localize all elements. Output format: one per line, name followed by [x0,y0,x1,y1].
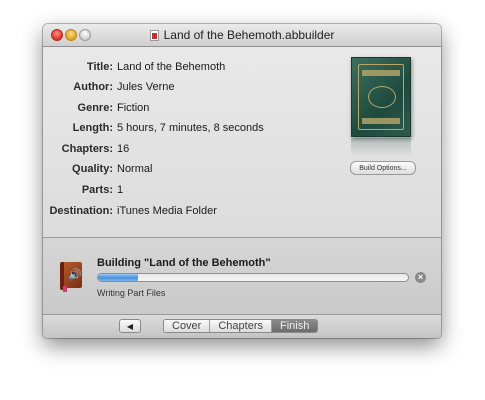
build-progress-panel: 🔊 Building "Land of the Behemoth" × Writ… [43,238,441,315]
progress-bar-fill [98,274,139,281]
info-row-parts: Parts: 1 [43,182,123,198]
window-title: Land of the Behemoth.abbuilder [163,28,335,42]
info-row-title: Title: Land of the Behemoth [43,59,225,75]
title-label: Title: [86,61,113,73]
quality-value: Normal [117,163,153,175]
author-label: Author: [73,81,113,93]
parts-value: 1 [117,184,124,196]
parts-label: Parts: [81,184,113,196]
title-value: Land of the Behemoth [117,61,226,73]
info-row-author: Author: Jules Verne [43,79,174,95]
cover-reflection [351,138,411,156]
bottom-toolbar: ◀ Cover Chapters Finish [43,315,441,338]
chapters-value: 16 [117,143,130,155]
book-info-panel: Title: Land of the Behemoth Author: Jule… [43,47,441,238]
destination-value: iTunes Media Folder [117,205,217,217]
quality-label: Quality: [72,163,113,175]
length-label: Length: [72,122,113,134]
back-button[interactable]: ◀ [119,319,141,333]
builder-window: Land of the Behemoth.abbuilder Title: La… [43,24,441,338]
tab-finish[interactable]: Finish [271,320,318,332]
tab-chapters[interactable]: Chapters [210,320,272,332]
progress-bar [97,273,409,282]
build-title: Building "Land of the Behemoth" [97,257,271,269]
build-status: Writing Part Files [97,288,166,298]
title-bar: Land of the Behemoth.abbuilder [43,24,441,47]
author-value: Jules Verne [117,81,175,93]
destination-label: Destination: [49,205,113,217]
info-row-destination: Destination: iTunes Media Folder [43,203,217,219]
audiobook-icon: 🔊 [60,262,82,292]
cancel-build-icon[interactable]: × [415,272,426,283]
cover-art-image[interactable] [351,57,411,137]
length-value: 5 hours, 7 minutes, 8 seconds [117,122,264,134]
info-row-quality: Quality: Normal [43,161,152,177]
step-segmented-control: Cover Chapters Finish [163,319,319,333]
info-row-genre: Genre: Fiction [43,100,150,116]
genre-label: Genre: [77,102,113,114]
info-row-chapters: Chapters: 16 [43,141,130,157]
tab-cover[interactable]: Cover [164,320,211,332]
genre-value: Fiction [117,102,150,114]
build-options-button[interactable]: Build Options... [350,161,416,175]
chapters-label: Chapters: [61,143,113,155]
info-row-length: Length: 5 hours, 7 minutes, 8 seconds [43,120,264,136]
document-icon [149,29,159,41]
